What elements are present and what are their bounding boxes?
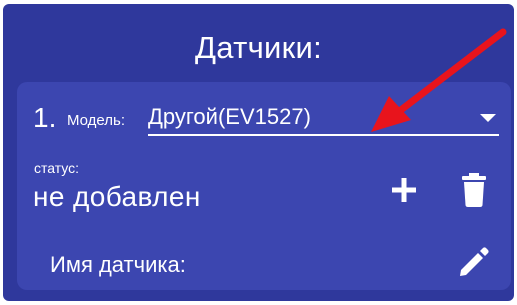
trash-icon: [462, 173, 486, 207]
status-value: не добавлен: [33, 181, 201, 212]
model-dropdown-value: Другой(EV1527): [148, 104, 311, 129]
add-sensor-button[interactable]: [389, 175, 419, 205]
edit-name-button[interactable]: [457, 245, 491, 279]
plus-icon: [392, 178, 416, 202]
model-label: Модель:: [67, 112, 126, 129]
red-arrow-icon: [371, 28, 507, 132]
pencil-icon: [460, 247, 489, 276]
status-label: статус:: [34, 160, 80, 176]
delete-sensor-button[interactable]: [461, 172, 487, 208]
sensors-screen: Датчики: 1. Модель: Другой(EV1527) стату…: [3, 4, 514, 301]
sensor-name-label: Имя датчика:: [50, 252, 186, 277]
sensor-number: 1.: [33, 102, 57, 133]
